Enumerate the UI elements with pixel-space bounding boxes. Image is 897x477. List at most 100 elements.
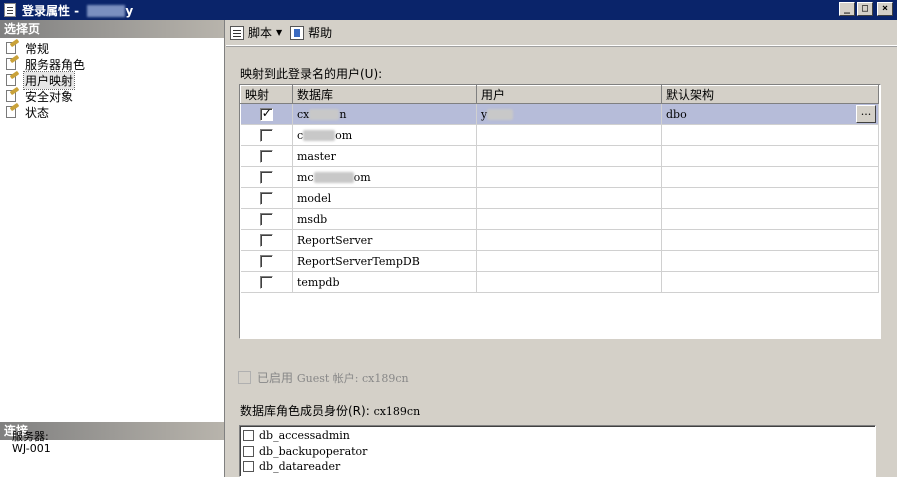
page-general[interactable]: 常规: [0, 38, 224, 56]
title-bar[interactable]: 登录属性 - y _ □ ×: [0, 0, 897, 20]
window-title: 登录属性 - y: [22, 3, 134, 18]
header-row: 映射 数据库 用户 默认架构: [240, 85, 879, 104]
schema-cell[interactable]: [661, 145, 879, 167]
role-checkbox[interactable]: [243, 461, 254, 473]
map-checkbox[interactable]: [259, 106, 273, 121]
guest-enabled-label: 已启用: [257, 371, 294, 385]
list-item[interactable]: db_backupoperator: [240, 444, 875, 460]
user-cell[interactable]: [476, 187, 662, 209]
table-row[interactable]: master: [240, 145, 879, 167]
table-row[interactable]: cxn y dbo...: [240, 103, 879, 125]
map-checkbox[interactable]: [259, 128, 273, 142]
guest-account-text: Guest 帐户: cx189cn: [296, 371, 409, 385]
help-button[interactable]: 帮助: [290, 24, 332, 41]
column-header-map[interactable]: 映射: [240, 85, 293, 104]
script-button[interactable]: 脚本 ▼: [230, 24, 282, 41]
schema-cell[interactable]: dbo...: [661, 103, 879, 125]
map-checkbox[interactable]: [259, 149, 273, 163]
window-controls: _ □ ×: [839, 2, 893, 16]
select-page-header: 选择页: [0, 20, 224, 38]
schema-cell[interactable]: [661, 229, 879, 251]
table-row[interactable]: ReportServerTempDB: [240, 250, 879, 272]
map-checkbox[interactable]: [259, 170, 273, 184]
table-row[interactable]: mc om: [240, 166, 879, 188]
map-checkbox[interactable]: [259, 233, 273, 247]
column-header-default-schema[interactable]: 默认架构: [661, 85, 879, 104]
schema-cell[interactable]: [661, 250, 879, 272]
schema-cell[interactable]: [661, 166, 879, 188]
user-cell[interactable]: [476, 166, 662, 188]
table-row[interactable]: tempdb: [240, 271, 879, 293]
minimize-button[interactable]: _: [839, 2, 855, 16]
user-mapping-grid[interactable]: 映射 数据库 用户 默认架构 cxn y dbo...: [239, 84, 881, 339]
page-label: 安全对象: [25, 89, 74, 104]
list-item[interactable]: db_accessadmin: [240, 428, 875, 444]
page-user-mapping[interactable]: 用户映射: [0, 70, 224, 90]
page-wrench-icon: [4, 54, 20, 71]
database-cell: mc om: [292, 166, 477, 188]
map-cell: [240, 145, 293, 167]
table-row[interactable]: ReportServer: [240, 229, 879, 251]
page-label: 常规: [25, 41, 50, 56]
page-label: 用户映射: [22, 70, 76, 90]
map-cell: [240, 187, 293, 209]
table-row[interactable]: model: [240, 187, 879, 209]
map-checkbox[interactable]: [259, 275, 273, 289]
maximize-button[interactable]: □: [857, 2, 873, 16]
browse-schema-button[interactable]: ...: [856, 105, 876, 123]
schema-cell[interactable]: [661, 124, 879, 146]
database-cell: master: [292, 145, 477, 167]
role-checkbox[interactable]: [243, 430, 254, 442]
connection-info: 服务器: WJ-001: [12, 431, 51, 455]
page-securables[interactable]: 安全对象: [0, 86, 224, 104]
database-cell: tempdb: [292, 271, 477, 293]
column-header-database[interactable]: 数据库: [292, 85, 477, 104]
user-cell[interactable]: y: [476, 103, 662, 125]
script-icon: [230, 25, 244, 40]
column-header-user[interactable]: 用户: [476, 85, 662, 104]
map-checkbox[interactable]: [259, 191, 273, 205]
help-label: 帮助: [308, 26, 333, 40]
user-cell[interactable]: [476, 250, 662, 272]
user-mapping-label: 映射到此登录名的用户(U):: [240, 67, 383, 81]
select-page-pane: 选择页 常规 服务器角色 用户映射 安全对象 状态 连接: [0, 20, 225, 477]
schema-cell[interactable]: [661, 208, 879, 230]
guest-enabled-checkbox: [238, 371, 251, 384]
page-server-roles[interactable]: 服务器角色: [0, 54, 224, 72]
map-cell: [240, 166, 293, 188]
toolbar: 脚本 ▼ 帮助: [226, 20, 897, 46]
page-wrench-icon: [4, 70, 20, 87]
page-label: 状态: [25, 105, 50, 120]
help-icon: [290, 25, 305, 40]
page-list: 常规 服务器角色 用户映射 安全对象 状态: [0, 38, 224, 120]
database-cell: ReportServer: [292, 229, 477, 251]
table-row[interactable]: msdb: [240, 208, 879, 230]
database-cell: msdb: [292, 208, 477, 230]
schema-cell[interactable]: [661, 187, 879, 209]
database-cell: c om: [292, 124, 477, 146]
user-cell[interactable]: [476, 229, 662, 251]
map-checkbox[interactable]: [259, 212, 273, 226]
redacted-text: [309, 109, 340, 120]
list-item[interactable]: db_datareader: [240, 459, 875, 475]
role-checkbox[interactable]: [243, 445, 254, 457]
map-cell: [240, 124, 293, 146]
user-cell[interactable]: [476, 145, 662, 167]
map-cell: [240, 229, 293, 251]
user-cell[interactable]: [476, 271, 662, 293]
page-wrench-icon: [4, 38, 20, 55]
page-status[interactable]: 状态: [0, 102, 224, 120]
role-name: db_backupoperator: [259, 444, 368, 458]
role-membership-list[interactable]: db_accessadmin db_backupoperator db_data…: [239, 425, 876, 477]
document-icon: [4, 3, 16, 17]
server-value: WJ-001: [12, 442, 51, 455]
redacted-text: [313, 172, 354, 183]
schema-cell[interactable]: [661, 271, 879, 293]
dropdown-arrow-icon[interactable]: ▼: [276, 28, 282, 37]
table-row[interactable]: c om: [240, 124, 879, 146]
close-button[interactable]: ×: [877, 2, 893, 16]
role-name: db_accessadmin: [259, 429, 350, 443]
user-cell[interactable]: [476, 208, 662, 230]
map-checkbox[interactable]: [259, 254, 273, 268]
user-cell[interactable]: [476, 124, 662, 146]
